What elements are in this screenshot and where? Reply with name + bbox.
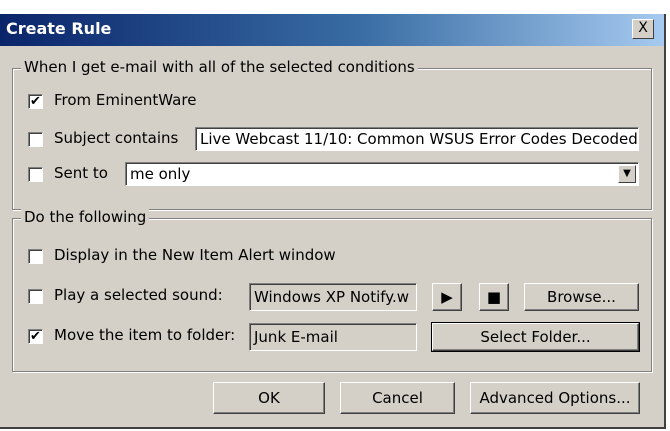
- move-label[interactable]: Move the item to folder:: [54, 326, 235, 344]
- window-title: Create Rule: [6, 19, 112, 38]
- actions-legend: Do the following: [21, 208, 150, 226]
- move-checkbox[interactable]: ✔: [28, 329, 43, 344]
- close-button[interactable]: X: [632, 19, 654, 39]
- alert-label[interactable]: Display in the New Item Alert window: [54, 246, 336, 264]
- play-icon: ▶: [441, 288, 453, 306]
- chevron-down-icon[interactable]: ▼: [618, 165, 636, 183]
- subject-checkbox[interactable]: [28, 132, 43, 147]
- alert-checkbox[interactable]: [28, 249, 43, 264]
- sound-file-field: Windows XP Notify.w: [249, 283, 417, 311]
- browse-button[interactable]: Browse...: [524, 283, 639, 311]
- ok-button[interactable]: OK: [213, 382, 325, 414]
- stop-button[interactable]: ■: [479, 283, 509, 311]
- create-rule-dialog: Create Rule X When I get e-mail with all…: [0, 14, 666, 429]
- folder-field: Junk E-mail: [249, 323, 417, 351]
- select-folder-button[interactable]: Select Folder...: [431, 322, 640, 352]
- sent-to-value: me only: [130, 165, 191, 183]
- stop-icon: ■: [486, 288, 502, 306]
- cancel-button[interactable]: Cancel: [340, 382, 455, 414]
- from-label[interactable]: From EminentWare: [54, 91, 196, 109]
- subject-input[interactable]: Live Webcast 11/10: Common WSUS Error Co…: [195, 127, 639, 151]
- title-bar[interactable]: Create Rule X: [0, 14, 664, 46]
- conditions-legend: When I get e-mail with all of the select…: [21, 58, 418, 76]
- sound-label[interactable]: Play a selected sound:: [54, 286, 223, 304]
- advanced-options-button[interactable]: Advanced Options...: [470, 382, 640, 414]
- sent-to-checkbox[interactable]: [28, 167, 43, 182]
- actions-group: Do the following Display in the New Item…: [12, 208, 652, 372]
- sound-checkbox[interactable]: [28, 289, 43, 304]
- subject-label[interactable]: Subject contains: [54, 129, 178, 147]
- from-checkbox[interactable]: ✔: [28, 94, 43, 109]
- sent-to-label[interactable]: Sent to: [54, 164, 108, 182]
- play-button[interactable]: ▶: [432, 283, 462, 311]
- conditions-group: When I get e-mail with all of the select…: [12, 58, 652, 210]
- sent-to-select[interactable]: me only ▼: [125, 162, 639, 186]
